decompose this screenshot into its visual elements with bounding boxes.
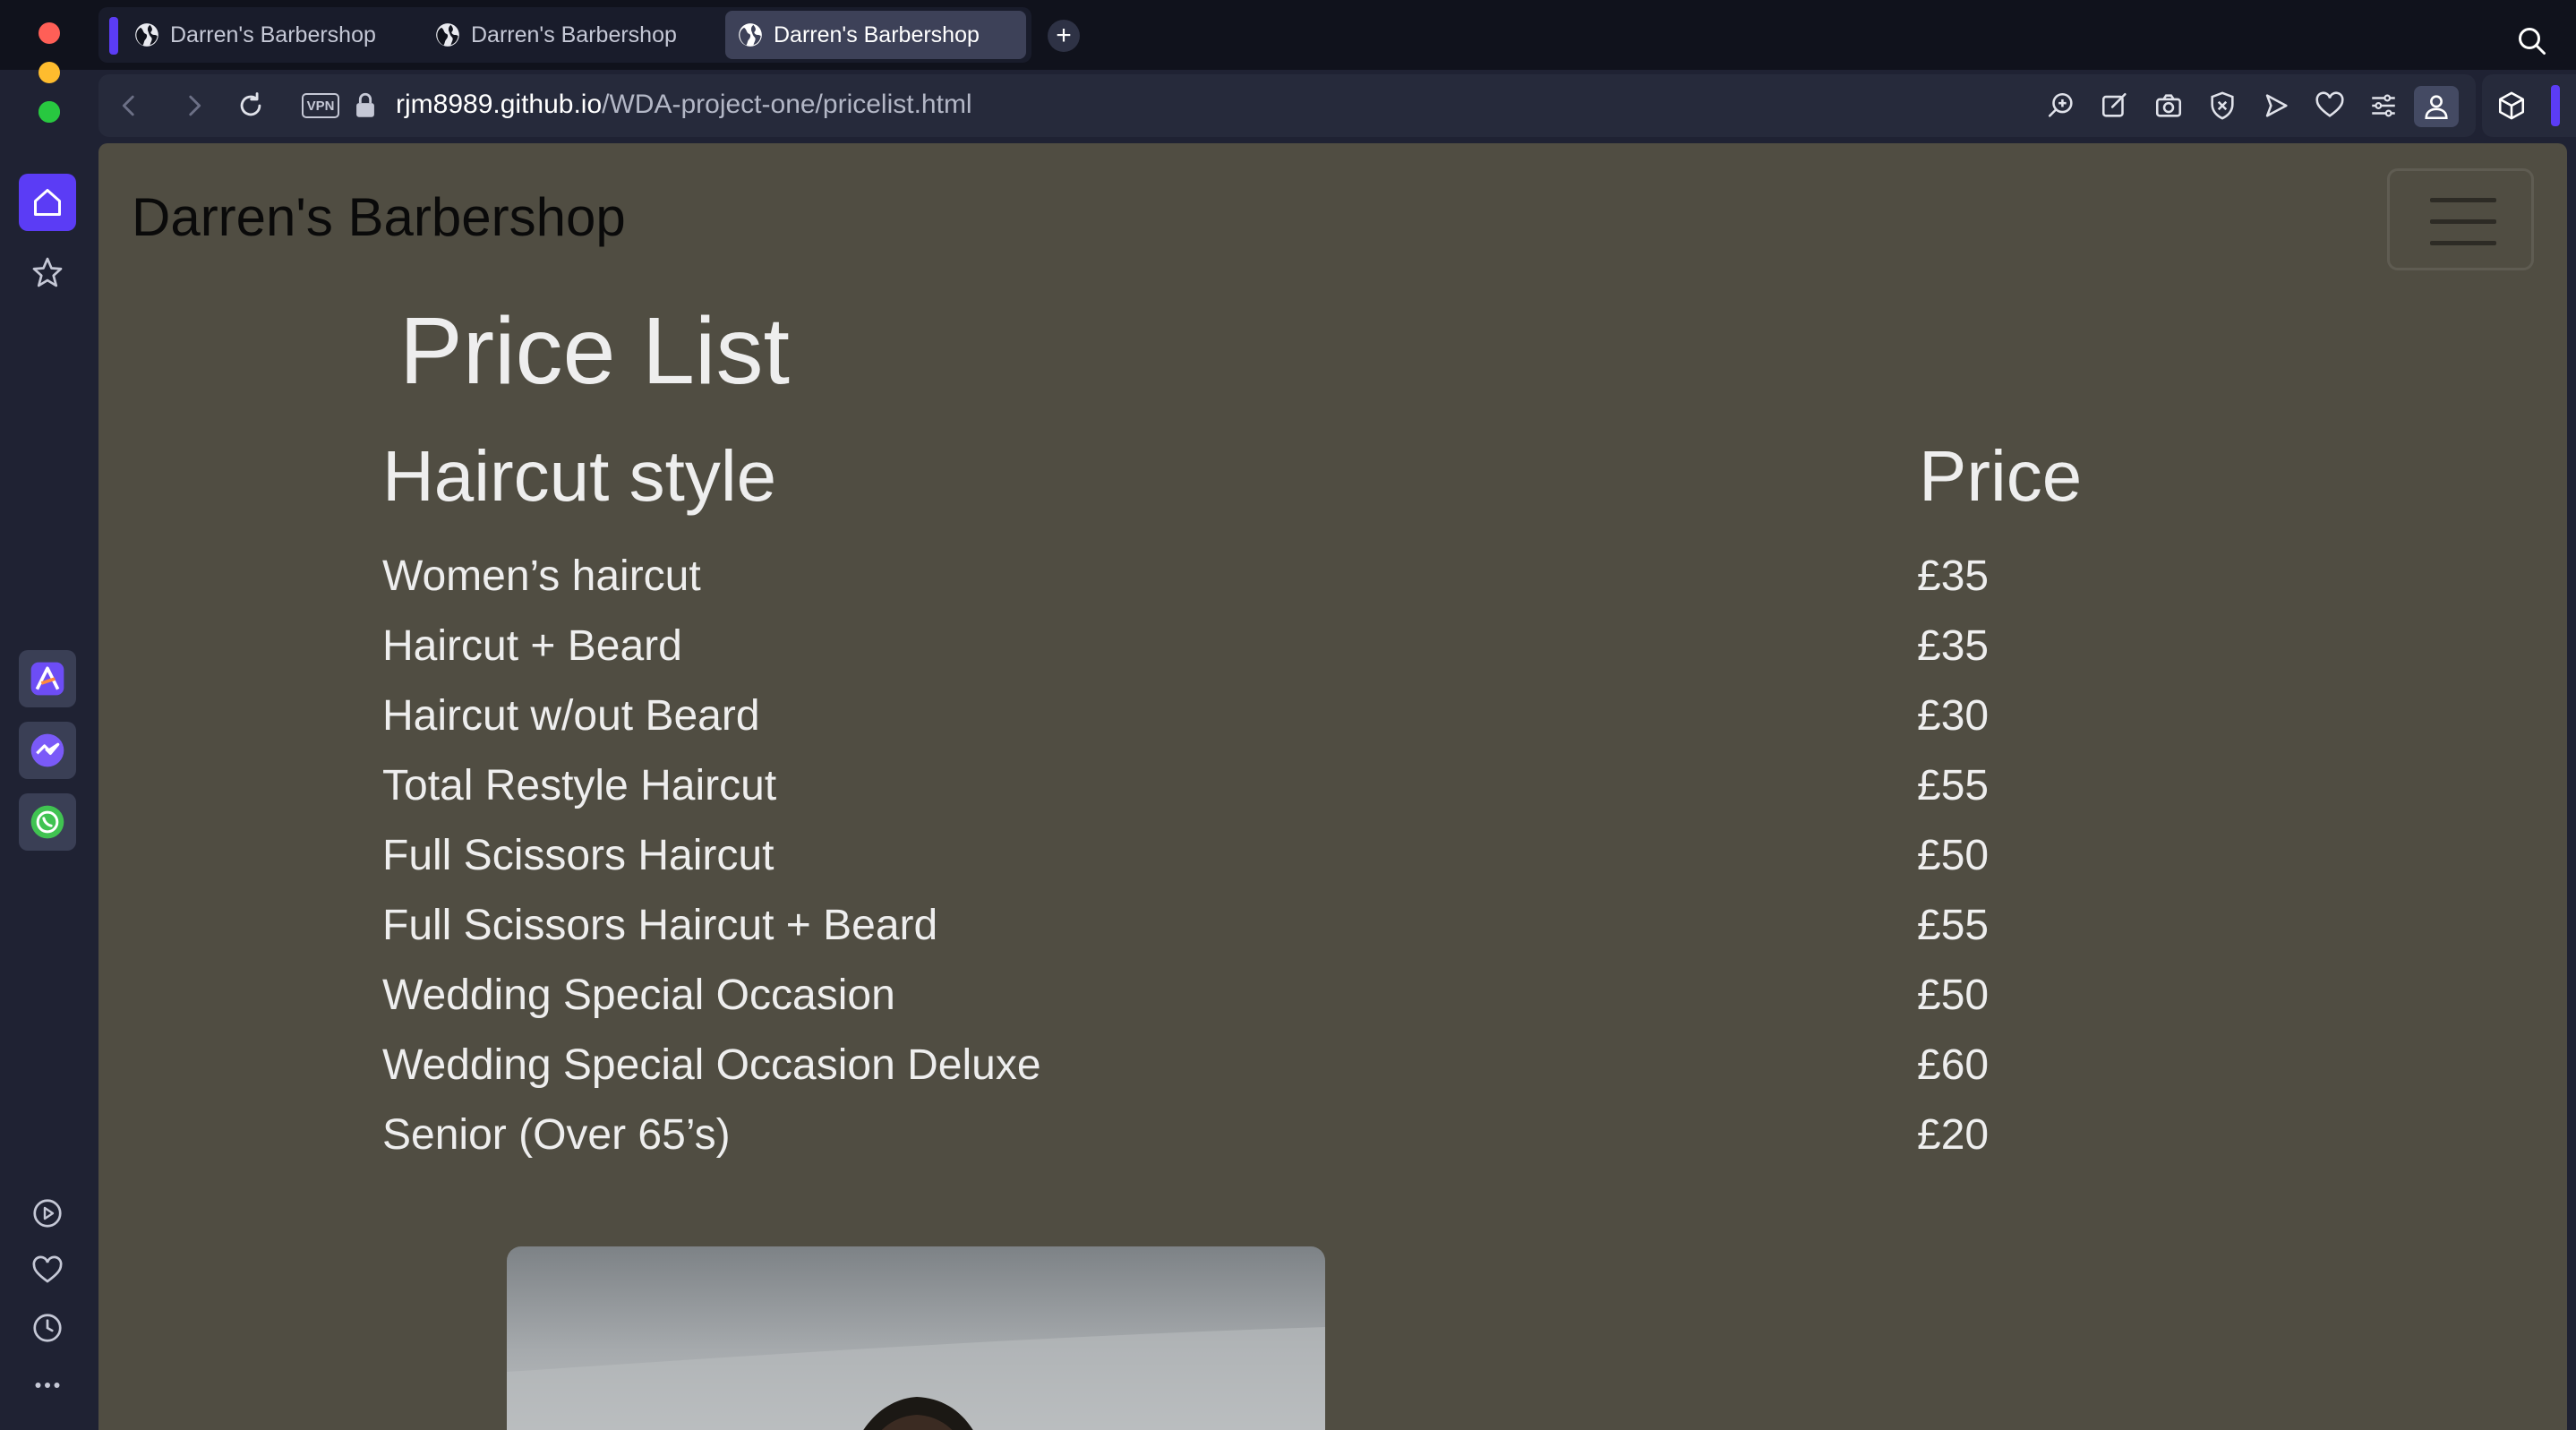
aria-icon bbox=[30, 662, 64, 696]
reload-icon[interactable] bbox=[235, 90, 266, 121]
star-icon[interactable] bbox=[31, 256, 64, 288]
easy-setup-icon[interactable] bbox=[2368, 90, 2399, 121]
maximize-window-button[interactable] bbox=[39, 101, 60, 123]
row-style: Senior (Over 65’s) bbox=[382, 1111, 731, 1159]
url-host: rjm8989.github.io bbox=[396, 90, 603, 119]
tab-2-title: Darren's Barbershop bbox=[471, 21, 677, 47]
menu-toggle-button[interactable] bbox=[2387, 168, 2534, 270]
vpn-label: VPN bbox=[306, 98, 335, 114]
web-page: Darren's Barbershop Price List Haircut s… bbox=[98, 143, 2567, 1430]
edit-icon[interactable] bbox=[2100, 90, 2130, 121]
sidebar-toggle-indicator[interactable] bbox=[2551, 85, 2560, 126]
camera-icon[interactable] bbox=[2153, 90, 2184, 121]
tab-1[interactable]: Darren's Barbershop bbox=[122, 11, 390, 59]
sidebar-app-messenger[interactable] bbox=[19, 722, 76, 779]
tab-3-active[interactable]: Darren's Barbershop bbox=[725, 11, 1026, 59]
sidebar-app-aria[interactable] bbox=[19, 650, 76, 707]
column-header-price: Price bbox=[1919, 436, 2083, 516]
sidebar-home-button[interactable] bbox=[19, 174, 76, 231]
back-icon[interactable] bbox=[114, 90, 144, 121]
more-icon[interactable] bbox=[31, 1369, 64, 1401]
messenger-icon bbox=[30, 733, 64, 767]
row-style: Wedding Special Occasion Deluxe bbox=[382, 1041, 1041, 1089]
forward-icon[interactable] bbox=[179, 90, 210, 121]
new-tab-button[interactable]: + bbox=[1048, 20, 1080, 52]
hamburger-line bbox=[2430, 241, 2496, 245]
close-window-button[interactable] bbox=[39, 22, 60, 44]
site-title[interactable]: Darren's Barbershop bbox=[132, 186, 626, 248]
row-style: Full Scissors Haircut + Beard bbox=[382, 902, 938, 949]
page-title: Price List bbox=[399, 298, 790, 404]
whatsapp-icon bbox=[30, 805, 64, 839]
row-style: Women’s haircut bbox=[382, 552, 701, 600]
hamburger-line bbox=[2430, 219, 2496, 224]
row-price: £55 bbox=[1917, 902, 1990, 949]
home-icon bbox=[34, 189, 61, 216]
history-icon[interactable] bbox=[31, 1312, 64, 1344]
row-style: Haircut w/out Beard bbox=[382, 692, 760, 740]
tab-2[interactable]: Darren's Barbershop bbox=[423, 11, 691, 59]
lock-icon[interactable] bbox=[350, 90, 381, 121]
player-icon[interactable] bbox=[31, 1197, 64, 1229]
row-price: £50 bbox=[1917, 972, 1990, 1019]
heart-icon[interactable] bbox=[31, 1254, 64, 1287]
tab-3-title: Darren's Barbershop bbox=[774, 21, 980, 47]
hamburger-line bbox=[2430, 198, 2496, 202]
row-price: £35 bbox=[1917, 552, 1990, 600]
ad-blocker-icon[interactable] bbox=[2207, 90, 2238, 121]
row-price: £20 bbox=[1917, 1111, 1990, 1159]
heart-icon[interactable] bbox=[2315, 90, 2345, 121]
vpn-badge[interactable]: VPN bbox=[302, 93, 339, 118]
row-style: Full Scissors Haircut bbox=[382, 832, 775, 879]
row-style: Haircut + Beard bbox=[382, 622, 682, 670]
minimize-window-button[interactable] bbox=[39, 62, 60, 83]
barber-photo bbox=[507, 1246, 1325, 1430]
column-header-style: Haircut style bbox=[382, 436, 777, 516]
row-price: £55 bbox=[1917, 762, 1990, 809]
extensions-cube-icon[interactable] bbox=[2496, 90, 2527, 121]
user-icon bbox=[2425, 95, 2448, 120]
globe-icon bbox=[739, 23, 762, 47]
row-price: £30 bbox=[1917, 692, 1990, 740]
row-style: Wedding Special Occasion bbox=[382, 972, 895, 1019]
url-field[interactable]: rjm8989.github.io/WDA-project-one/pricel… bbox=[396, 90, 972, 120]
sidebar-app-whatsapp[interactable] bbox=[19, 793, 76, 851]
browser-sidebar bbox=[0, 143, 94, 1430]
row-price: £60 bbox=[1917, 1041, 1990, 1089]
row-price: £50 bbox=[1917, 832, 1990, 879]
send-icon[interactable] bbox=[2261, 90, 2291, 121]
photo-figure bbox=[507, 1327, 1325, 1430]
profile-button[interactable] bbox=[2414, 86, 2459, 127]
zoom-icon[interactable] bbox=[2046, 90, 2076, 121]
plus-icon: + bbox=[1056, 21, 1072, 50]
row-style: Total Restyle Haircut bbox=[382, 762, 777, 809]
row-price: £35 bbox=[1917, 622, 1990, 670]
tab-group-indicator bbox=[109, 17, 118, 55]
search-tabs-icon[interactable] bbox=[2516, 25, 2548, 57]
tab-1-title: Darren's Barbershop bbox=[170, 21, 376, 47]
globe-icon bbox=[436, 23, 459, 47]
url-path: /WDA-project-one/pricelist.html bbox=[602, 90, 972, 119]
globe-icon bbox=[135, 23, 158, 47]
